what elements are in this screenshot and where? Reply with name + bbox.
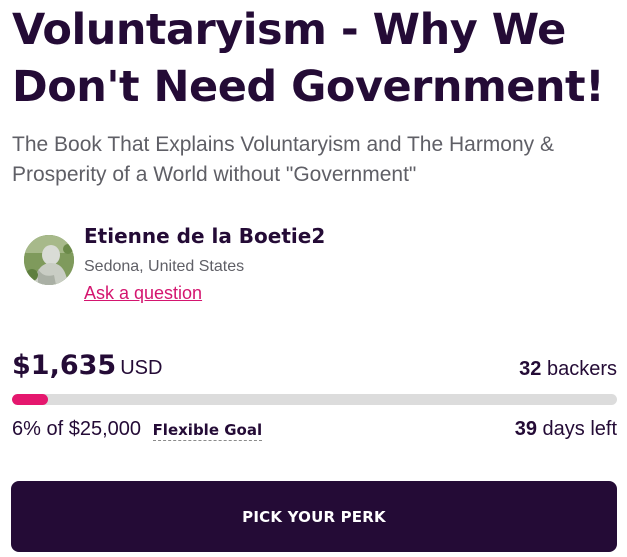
amount-raised: $1,635 USD — [12, 350, 162, 381]
owner-avatar[interactable] — [24, 235, 74, 285]
backers-number: 32 — [519, 358, 542, 380]
goal-percent-text: 6% of $25,000 — [12, 418, 141, 440]
profile-photo-icon — [24, 235, 74, 285]
owner-name[interactable]: Etienne de la Boetie2 — [84, 222, 325, 250]
funding-progress-fill — [12, 394, 49, 405]
days-left-number: 39 — [514, 418, 537, 440]
days-left-label: days left — [542, 418, 617, 440]
owner-location: Sedona, United States — [84, 258, 245, 275]
backers-count: 32 backers — [519, 358, 617, 381]
funding-progress-bar — [12, 394, 617, 405]
campaign-owner: Etienne de la Boetie2 Sedona, United Sta… — [24, 222, 604, 312]
campaign-subtitle: The Book That Explains Voluntaryism and … — [12, 133, 555, 186]
raised-amount: $1,635 — [12, 350, 117, 381]
raised-currency: USD — [120, 357, 163, 379]
goal-summary: 6% of $25,000 Flexible Goal — [12, 418, 263, 441]
days-left: 39 days left — [515, 418, 617, 441]
campaign-title: Voluntaryism - Why We Don't Need Governm… — [12, 5, 605, 112]
ask-question-link[interactable]: Ask a question — [84, 281, 202, 305]
pick-your-perk-button[interactable]: PICK YOUR PERK — [11, 481, 617, 552]
backers-label: backers — [546, 358, 617, 380]
goal-type-tooltip[interactable]: Flexible Goal — [152, 421, 263, 441]
